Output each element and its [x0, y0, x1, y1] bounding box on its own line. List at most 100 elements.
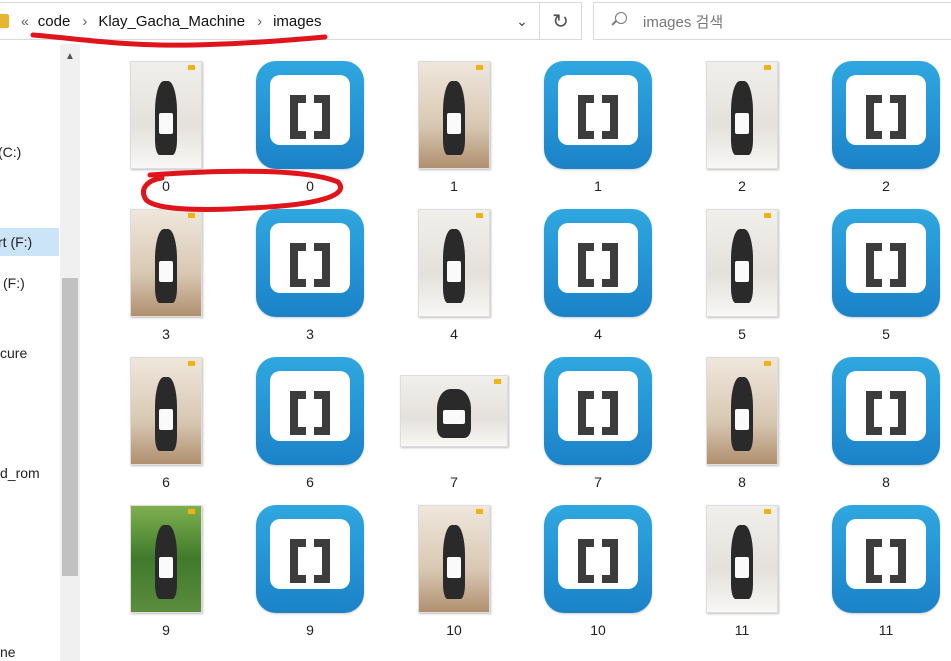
image-file-item[interactable]: 0	[96, 56, 236, 196]
image-file-item[interactable]: 4	[384, 204, 524, 344]
brackets-file-item[interactable]: 6	[240, 352, 380, 492]
brackets-icon	[544, 505, 652, 613]
photo-thumbnail	[706, 357, 778, 465]
brackets-file-item[interactable]: 5	[816, 204, 951, 344]
nav-item-f-drive[interactable]: (F:)	[0, 269, 60, 297]
file-name-label: 6	[306, 474, 314, 490]
navigation-bar: « code › Klay_Gacha_Machine › images ⌄ ↻…	[0, 0, 951, 44]
brackets-file-item[interactable]: 0	[240, 56, 380, 196]
left-bracket-shape	[866, 391, 882, 435]
photo-thumbnail	[130, 209, 202, 317]
photo-tag	[476, 65, 483, 70]
brackets-file-item[interactable]: 4	[528, 204, 668, 344]
chevron-right-icon[interactable]: ›	[82, 13, 87, 30]
thumbnail-container	[672, 500, 812, 618]
brackets-icon-inner	[846, 519, 926, 589]
image-file-item[interactable]: 5	[672, 204, 812, 344]
image-file-item[interactable]: 8	[672, 352, 812, 492]
photo-tag	[494, 379, 501, 384]
brackets-icon-inner	[270, 223, 350, 293]
address-bar[interactable]: « code › Klay_Gacha_Machine › images ⌄	[0, 2, 540, 40]
image-file-item[interactable]: 11	[672, 500, 812, 640]
thumbnail-container	[384, 352, 524, 470]
scroll-thumb[interactable]	[62, 278, 78, 576]
breadcrumb-overflow[interactable]: «	[21, 13, 29, 29]
chevron-down-icon[interactable]: ⌄	[513, 11, 531, 31]
brackets-icon	[544, 357, 652, 465]
thumbnail-container	[528, 204, 668, 322]
thumbnail-container	[240, 352, 380, 470]
left-bracket-shape	[290, 539, 306, 583]
thumbnail-container	[672, 204, 812, 322]
image-file-item[interactable]: 1	[384, 56, 524, 196]
image-file-item[interactable]: 7	[384, 352, 524, 492]
brackets-icon	[256, 61, 364, 169]
brackets-icon-inner	[846, 223, 926, 293]
brackets-file-item[interactable]: 3	[240, 204, 380, 344]
photo-tag	[188, 65, 195, 70]
nav-scrollbar[interactable]: ▲	[60, 44, 80, 661]
brackets-file-item[interactable]: 1	[528, 56, 668, 196]
brackets-file-item[interactable]: 10	[528, 500, 668, 640]
photo-tag	[476, 509, 483, 514]
thumbnail-container	[816, 204, 951, 322]
nav-item-f-drive-selected[interactable]: rt (F:)	[0, 228, 59, 256]
file-name-label: 6	[162, 474, 170, 490]
image-file-item[interactable]: 10	[384, 500, 524, 640]
folder-icon	[0, 14, 9, 28]
refresh-button[interactable]: ↻	[540, 2, 582, 40]
file-name-label: 0	[162, 178, 170, 194]
brackets-icon	[832, 61, 940, 169]
brackets-file-item[interactable]: 11	[816, 500, 951, 640]
chevron-right-icon[interactable]: ›	[257, 13, 262, 30]
photo-thumbnail	[706, 209, 778, 317]
photo-thumbnail	[706, 61, 778, 169]
photo-tag	[188, 361, 195, 366]
brackets-icon-inner	[558, 75, 638, 145]
breadcrumb-images[interactable]: images	[273, 13, 321, 30]
photo-thumbnail	[130, 357, 202, 465]
brackets-icon	[832, 209, 940, 317]
nav-item-label: (C:)	[0, 144, 22, 160]
photo-tag	[476, 213, 483, 218]
photo-tag	[188, 213, 195, 218]
left-bracket-shape	[290, 95, 306, 139]
brackets-icon	[256, 209, 364, 317]
photo-tag	[188, 509, 195, 514]
thumbnail-container	[384, 56, 524, 174]
scroll-up-arrow-icon[interactable]: ▲	[60, 48, 80, 66]
image-file-item[interactable]: 6	[96, 352, 236, 492]
brackets-file-item[interactable]: 8	[816, 352, 951, 492]
nav-item-ne[interactable]: ne	[0, 638, 60, 661]
file-name-label: 11	[878, 622, 894, 638]
brackets-file-item[interactable]: 7	[528, 352, 668, 492]
breadcrumb-code[interactable]: code	[38, 13, 71, 30]
search-box[interactable]: images 검색	[593, 2, 951, 40]
nav-item-rom[interactable]: d_rom	[0, 459, 60, 487]
file-name-label: 9	[162, 622, 170, 638]
search-placeholder[interactable]: images 검색	[643, 11, 723, 32]
right-bracket-shape	[890, 95, 906, 139]
image-file-item[interactable]: 2	[672, 56, 812, 196]
brackets-icon-inner	[846, 371, 926, 441]
breadcrumb-klay-gacha-machine[interactable]: Klay_Gacha_Machine	[98, 13, 245, 30]
brackets-file-item[interactable]: 9	[240, 500, 380, 640]
nav-item-secure[interactable]: cure	[0, 339, 60, 367]
file-name-label: 10	[590, 622, 606, 638]
image-file-item[interactable]: 9	[96, 500, 236, 640]
file-name-label: 0	[306, 178, 314, 194]
file-name-label: 1	[450, 178, 458, 194]
image-file-item[interactable]: 3	[96, 204, 236, 344]
photo-apron	[159, 112, 173, 135]
nav-item-c-drive[interactable]: (C:)	[0, 138, 60, 166]
photo-apron	[443, 409, 465, 424]
thumbnail-container	[528, 56, 668, 174]
file-name-label: 4	[594, 326, 602, 342]
thumbnail-container	[816, 56, 951, 174]
brackets-file-item[interactable]: 2	[816, 56, 951, 196]
thumbnail-container	[384, 500, 524, 618]
left-bracket-shape	[578, 391, 594, 435]
photo-tag	[764, 509, 771, 514]
photo-apron	[447, 112, 461, 135]
brackets-icon	[544, 209, 652, 317]
